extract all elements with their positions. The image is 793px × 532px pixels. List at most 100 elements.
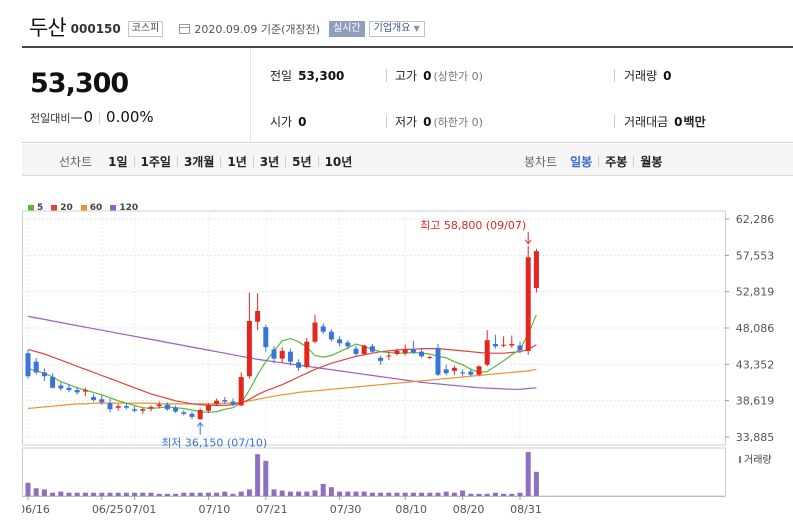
company-info-dropdown[interactable]: 기업개요 ▼ — [368, 20, 425, 37]
candle — [173, 405, 179, 414]
period-3m[interactable]: 3개월 — [184, 153, 214, 170]
change-label: 전일대비 — [30, 112, 71, 125]
volume-bar — [501, 493, 507, 496]
lower-limit-note: (하한가 0) — [433, 116, 483, 129]
volume-bar — [320, 483, 326, 496]
candle-body — [279, 350, 285, 359]
candle-body — [394, 350, 400, 354]
candle — [263, 324, 269, 352]
y-tick-label: 33,885 — [736, 431, 775, 444]
volume-bar — [140, 492, 146, 496]
x-tick-label: 06/16 — [22, 503, 50, 516]
open-value: 0 — [298, 115, 307, 129]
volume-bar — [255, 454, 261, 496]
high-cell: 고가 0 (상한가 0) — [395, 67, 483, 84]
period-1d[interactable]: 1일 — [108, 153, 127, 170]
volume-bar — [476, 493, 482, 496]
volume-cell: 거래량 0 — [624, 67, 671, 84]
volume-bar — [394, 492, 400, 496]
period-5y[interactable]: 5년 — [292, 153, 311, 170]
candle — [279, 347, 285, 364]
x-tick-label: 07/21 — [256, 503, 288, 516]
candle-body — [484, 340, 490, 365]
divider — [386, 115, 387, 128]
volume-bar — [41, 489, 47, 496]
volume-bar — [517, 492, 523, 496]
volume-bar — [361, 491, 367, 496]
candle-body — [99, 399, 105, 403]
y-tick-label: 48,086 — [736, 322, 775, 335]
upper-limit-note: (상한가 0) — [433, 70, 483, 83]
candle — [410, 340, 416, 354]
candle — [312, 314, 318, 344]
volume-bar — [115, 492, 121, 496]
volume-bar — [369, 492, 375, 496]
candle-body — [214, 400, 220, 404]
period-weekly[interactable]: 주봉 — [605, 153, 627, 170]
flat-icon — [71, 116, 83, 119]
candle-body — [238, 377, 244, 406]
volume-bar — [353, 491, 359, 496]
period-10y[interactable]: 10년 — [325, 153, 353, 170]
candle-body — [230, 401, 236, 405]
volume-bar — [279, 490, 285, 496]
candlestick-chart[interactable]: 62,286 57,553 52,819 48,086 43,352 38,619 33,8… — [22, 195, 793, 532]
candle — [533, 248, 539, 293]
candle — [115, 403, 121, 411]
volume-bar — [484, 493, 490, 496]
candle — [402, 344, 408, 356]
candle-body — [271, 349, 277, 359]
change-value: 0 — [83, 108, 94, 126]
candle-body — [173, 407, 179, 412]
candle-body — [140, 409, 146, 411]
candle-body — [123, 406, 129, 408]
candle-body — [369, 346, 375, 352]
period-3y[interactable]: 3년 — [260, 153, 279, 170]
candle — [369, 344, 375, 354]
period-daily[interactable]: 일봉 — [570, 153, 592, 170]
volume-bar — [58, 491, 64, 496]
volume-bar — [525, 452, 531, 496]
volume-bar — [410, 492, 416, 496]
current-price: 53,300 — [30, 68, 129, 99]
candle-body — [189, 413, 195, 417]
candle-body — [181, 412, 187, 414]
divider — [220, 156, 222, 167]
candle-body — [312, 322, 318, 342]
candle-body — [263, 327, 269, 348]
divider — [133, 156, 135, 167]
y-tick-label: 62,286 — [736, 213, 775, 226]
candle-body — [378, 357, 384, 361]
candle — [378, 355, 384, 365]
candle-body — [115, 406, 121, 408]
candle-body — [41, 372, 47, 377]
candle-body — [402, 349, 408, 354]
volume-bar — [82, 492, 88, 496]
candle — [484, 330, 490, 367]
candle-body — [205, 405, 211, 411]
chart-toolbar: 선차트 1일 1주일 3개월 1년 3년 5년 10년 봉차트 일봉 주봉 월봉 — [22, 144, 793, 176]
divider — [99, 111, 101, 124]
candle — [181, 410, 187, 416]
candle-body — [476, 366, 482, 375]
volume-bar — [312, 490, 318, 496]
divider — [614, 69, 615, 82]
realtime-button[interactable]: 실시간 — [329, 20, 365, 37]
period-1y[interactable]: 1년 — [227, 153, 246, 170]
candle-body — [451, 367, 457, 371]
candle — [197, 408, 203, 420]
prev-close-cell: 전일 53,300 — [270, 67, 344, 84]
volume-bar — [468, 493, 474, 496]
price-panel: 53,300 전일대비 0 0.00% — [22, 48, 251, 143]
period-1w[interactable]: 1주일 — [141, 153, 171, 170]
period-monthly[interactable]: 월봉 — [640, 153, 662, 170]
volume-bar — [378, 492, 384, 496]
line-chart-label: 선차트 — [59, 155, 93, 169]
volume-bar — [460, 490, 466, 496]
volume-bar — [287, 491, 293, 496]
candle — [492, 334, 498, 349]
volume-bar — [99, 492, 105, 496]
candle-body — [427, 357, 433, 359]
candle-body — [509, 344, 515, 346]
candle — [246, 292, 252, 379]
